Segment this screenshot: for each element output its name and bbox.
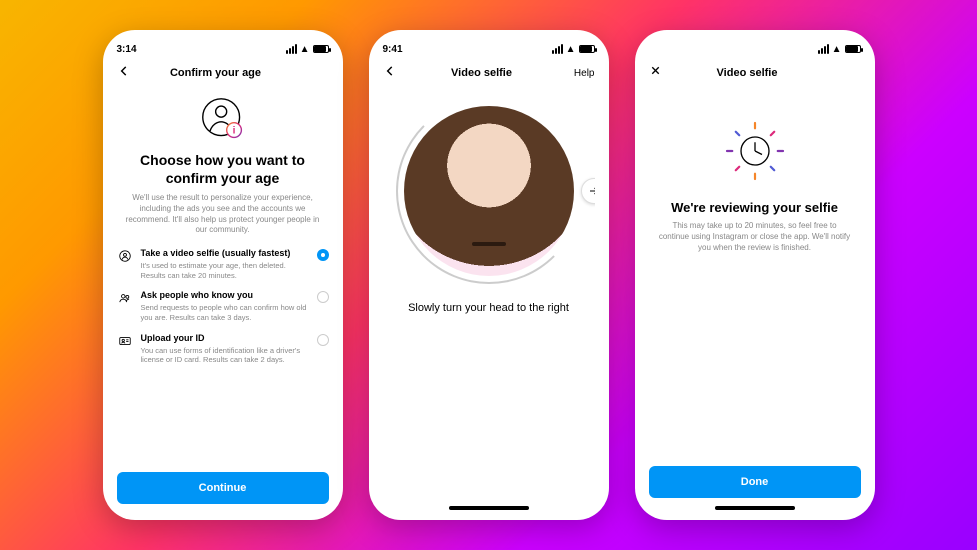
page-title: Confirm your age — [131, 67, 301, 79]
signal-icon — [818, 44, 829, 54]
selfie-capture-ring — [383, 106, 595, 276]
option-ask-people[interactable]: Ask people who know you Send requests to… — [117, 290, 329, 322]
option-title: Take a video selfie (usually fastest) — [141, 248, 309, 259]
nav-bar: Confirm your age — [117, 58, 329, 88]
home-indicator — [449, 506, 529, 510]
done-button[interactable]: Done — [649, 466, 861, 498]
page-title: Video selfie — [662, 67, 833, 79]
nav-bar: Video selfie Help — [383, 58, 595, 88]
option-upload-id[interactable]: Upload your ID You can use forms of iden… — [117, 333, 329, 365]
status-icons: ▲ — [818, 44, 861, 55]
status-time: 3:14 — [117, 44, 137, 55]
status-bar: 3:14 ▲ — [117, 40, 329, 58]
status-bar: 9:41 ▲ — [383, 40, 595, 58]
status-icons: ▲ — [552, 44, 595, 55]
wifi-icon: ▲ — [832, 44, 842, 55]
phone-video-selfie: 9:41 ▲ Video selfie Help Sl — [369, 30, 609, 520]
radio-unselected[interactable] — [317, 291, 329, 303]
signal-icon — [552, 44, 563, 54]
subheading: This may take up to 20 minutes, so feel … — [657, 221, 853, 253]
clock-icon — [649, 116, 861, 186]
subheading: We'll use the result to personalize your… — [123, 193, 323, 236]
heading: We're reviewing your selfie — [649, 200, 861, 215]
selfie-preview — [404, 106, 574, 276]
id-card-icon — [117, 334, 133, 348]
option-title: Ask people who know you — [141, 290, 309, 301]
page-title: Video selfie — [397, 67, 567, 79]
back-icon[interactable] — [117, 64, 131, 83]
option-desc: Send requests to people who can confirm … — [141, 303, 309, 323]
phone-confirm-age: 3:14 ▲ Confirm your age — [103, 30, 343, 520]
home-indicator — [715, 506, 795, 510]
close-icon[interactable] — [649, 64, 662, 82]
options-list: Take a video selfie (usually fastest) It… — [117, 248, 329, 365]
status-bar: ▲ — [649, 40, 861, 58]
status-icons: ▲ — [286, 44, 329, 55]
heading: Choose how you want to confirm your age — [123, 152, 323, 187]
phone-reviewing: ▲ Video selfie — [635, 30, 875, 520]
svg-text:i: i — [232, 126, 235, 137]
option-video-selfie[interactable]: Take a video selfie (usually fastest) It… — [117, 248, 329, 280]
radio-unselected[interactable] — [317, 334, 329, 346]
turn-right-arrow-icon — [581, 178, 595, 204]
continue-button[interactable]: Continue — [117, 472, 329, 504]
wifi-icon: ▲ — [300, 44, 310, 55]
battery-icon — [845, 45, 861, 53]
help-link[interactable]: Help — [567, 68, 595, 79]
video-selfie-icon — [117, 249, 133, 263]
option-title: Upload your ID — [141, 333, 309, 344]
option-desc: It's used to estimate your age, then del… — [141, 261, 309, 281]
battery-icon — [313, 45, 329, 53]
gradient-background: 3:14 ▲ Confirm your age — [0, 0, 977, 550]
back-icon[interactable] — [383, 64, 397, 83]
instruction-text: Slowly turn your head to the right — [383, 302, 595, 314]
radio-selected[interactable] — [317, 249, 329, 261]
wifi-icon: ▲ — [566, 44, 576, 55]
battery-icon — [579, 45, 595, 53]
signal-icon — [286, 44, 297, 54]
profile-info-icon: i — [117, 96, 329, 142]
option-desc: You can use forms of identification like… — [141, 346, 309, 366]
people-icon — [117, 291, 133, 305]
status-time: 9:41 — [383, 44, 403, 55]
nav-bar: Video selfie — [649, 58, 861, 88]
